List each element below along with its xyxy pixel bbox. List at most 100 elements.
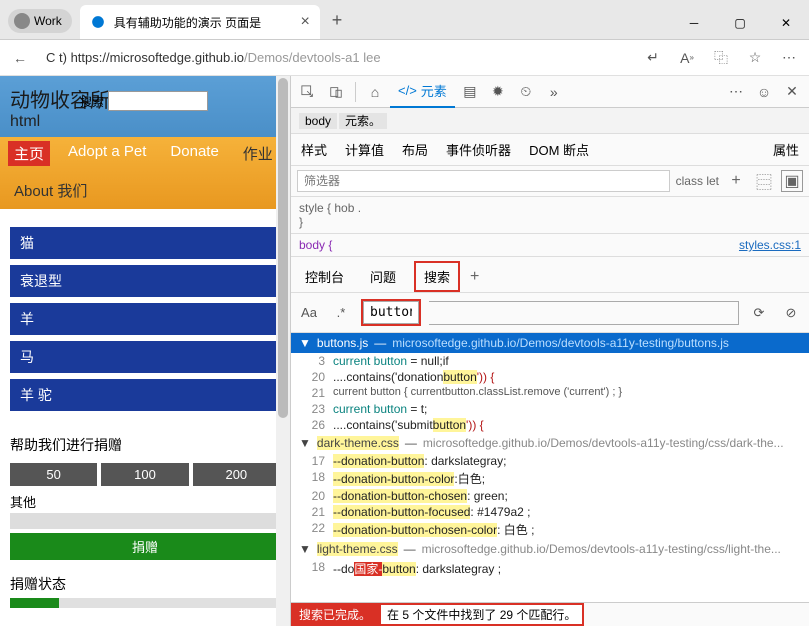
style-rule: style { hob . } [291,197,809,234]
result-file-header[interactable]: ▼ light-theme.css — microsoftedge.github… [291,539,809,559]
result-file-header[interactable]: ▼ dark-theme.css — microsoftedge.github.… [291,433,809,453]
donate-100[interactable]: 100 [101,463,188,486]
stylesheet-link[interactable]: styles.css:1 [739,238,801,252]
nav-jobs[interactable]: 作业 [237,141,279,166]
status-heading: 捐赠状态 [10,574,280,594]
new-tab-button[interactable]: + [320,2,355,39]
donate-200[interactable]: 200 [193,463,280,486]
list-item[interactable]: 羊 [10,303,280,335]
subtab-properties[interactable]: 属性 [773,140,799,159]
subtab-dom-bp[interactable]: DOM 断点 [529,140,589,159]
address-bar: ← C t) https://microsoftedge.github.io/D… [0,40,809,76]
back-button[interactable]: ← [6,44,34,72]
favorite-icon[interactable]: ☆ [741,44,769,72]
result-line[interactable]: 21--donation-button-focused: #1479a2 ; [291,504,809,520]
result-line[interactable]: 3current button = null;if [291,353,809,369]
result-line[interactable]: 26....contains('submitbutton')) { [291,417,809,433]
page-search-input[interactable] [108,91,208,111]
collections-icon[interactable]: ⿻ [707,44,735,72]
read-aloud-icon[interactable]: A» [673,44,701,72]
search-input[interactable] [363,301,419,324]
status-done: 搜索已完成。 [291,603,379,626]
close-tab-button[interactable]: × [300,13,309,31]
result-line[interactable]: 18--donation-button-color:白色; [291,469,809,488]
minimize-button[interactable]: ─ [671,7,717,39]
styles-subtabs: 样式 计算值 布局 事件侦听器 DOM 断点 属性 [291,134,809,166]
progress-bar [10,598,280,608]
donate-50[interactable]: 50 [10,463,97,486]
list-item[interactable]: 羊 驼 [10,379,280,411]
welcome-icon[interactable]: ⌂ [362,79,388,105]
page-scrollbar[interactable] [276,76,290,626]
device-icon[interactable] [323,79,349,105]
class-toggle-label[interactable]: class let [676,174,719,188]
debug-icon[interactable]: ✹ [485,79,511,105]
devtools-tabbar: ⌂ </> 元素 ▤ ✹ ⏲ » ⋯ ☺ ✕ [291,76,809,108]
tab-title: 具有辅助功能的演示 页面是 [114,14,261,31]
url-field[interactable]: C t) https://microsoftedge.github.io/Dem… [40,50,633,65]
nav-home[interactable]: 主页 [8,141,50,166]
drawer-tabbar: 控制台 问题 搜索 + [291,257,809,293]
profile-switcher[interactable]: Work [8,9,72,33]
subtab-layout[interactable]: 布局 [402,140,428,159]
result-line[interactable]: 18--do国家-button: darkslategray ; [291,559,809,578]
regex-button[interactable]: .* [329,301,353,325]
result-line[interactable]: 23current button = t; [291,401,809,417]
clear-search-button[interactable]: ⊘ [779,301,803,325]
style-rule-body: body { styles.css:1 [291,234,809,257]
profile-label: Work [34,14,62,28]
more-button[interactable]: ⋯ [775,44,803,72]
close-window-button[interactable]: ✕ [763,7,809,39]
donate-submit-button[interactable]: 捐赠 [10,533,280,560]
drawer-tab-issues[interactable]: 问题 [362,263,404,290]
search-input-ext[interactable] [429,301,739,325]
refresh-search-button[interactable]: ⟳ [747,301,771,325]
browser-tab[interactable]: 具有辅助功能的演示 页面是 × [80,5,320,39]
network-icon[interactable]: ⏲ [513,79,539,105]
result-line[interactable]: 20....contains('donationbutton')) { [291,369,809,385]
flex-toggle-icon[interactable]: ⿳ [753,170,775,192]
devtools-close-icon[interactable]: ✕ [779,79,805,105]
nav-donate[interactable]: Donate [164,141,224,166]
page-nav: 主页 Adopt a Pet Donate 作业 About 我们 [0,137,290,209]
drawer-tab-console[interactable]: 控制台 [297,263,352,290]
tab-elements[interactable]: </> 元素 [390,75,455,108]
styles-filter-row: class let + ⿳ ▣ [291,166,809,197]
list-item[interactable]: 马 [10,341,280,373]
devtools-more-icon[interactable]: ⋯ [723,79,749,105]
result-line[interactable]: 17--donation-button: darkslategray; [291,453,809,469]
result-file-header[interactable]: ▼ buttons.js — microsoftedge.github.io/D… [291,333,809,353]
drawer-tab-search[interactable]: 搜索 [414,261,460,292]
page-subtitle: html [10,113,280,131]
enter-button[interactable]: ↵ [639,44,667,72]
result-line[interactable]: 21current button { currentbutton.classLi… [291,385,809,401]
breadcrumb[interactable]: body元索。 [291,108,809,134]
donate-other-label: 其他 [10,492,280,511]
subtab-styles[interactable]: 样式 [301,140,327,159]
result-line[interactable]: 22--donation-button-chosen-color: 白色 ; [291,520,809,539]
nav-adopt[interactable]: Adopt a Pet [62,141,152,166]
donate-other-input[interactable] [10,513,280,529]
feedback-icon[interactable]: ☺ [751,79,777,105]
devtools-panel: ⌂ </> 元素 ▤ ✹ ⏲ » ⋯ ☺ ✕ body元索。 样式 计算值 布局… [290,76,809,626]
subtab-listeners[interactable]: 事件侦听器 [446,140,511,159]
sources-icon[interactable]: ▤ [457,79,483,105]
styles-filter-input[interactable] [297,170,670,192]
toggle-panel-icon[interactable]: ▣ [781,170,803,192]
match-case-button[interactable]: Aa [297,301,321,325]
list-item[interactable]: 衰退型 [10,265,280,297]
drawer-add-tab[interactable]: + [470,268,479,286]
list-item[interactable]: 猫 [10,227,280,259]
search-toolbar: Aa .* ⟳ ⊘ [291,293,809,333]
maximize-button[interactable]: ▢ [717,7,763,39]
subtab-computed[interactable]: 计算值 [345,140,384,159]
avatar-icon [14,13,30,29]
window-titlebar: Work 具有辅助功能的演示 页面是 × + ─ ▢ ✕ [0,0,809,40]
nav-about[interactable]: About 我们 [8,178,93,203]
result-line[interactable]: 20--donation-button-chosen: green; [291,488,809,504]
window-controls: ─ ▢ ✕ [671,7,809,39]
more-tabs-icon[interactable]: » [541,79,567,105]
edge-favicon-icon [90,14,106,30]
new-style-button[interactable]: + [725,170,747,192]
inspect-icon[interactable] [295,79,321,105]
